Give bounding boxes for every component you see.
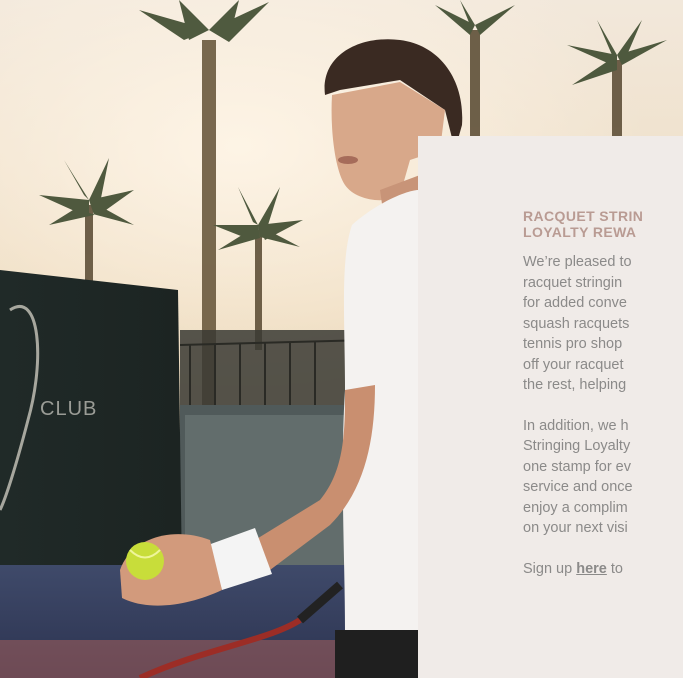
card-content: RACQUET STRIN LOYALTY REWA We’re pleased… — [523, 208, 683, 579]
paragraph-line: Stringing Loyalty — [523, 438, 631, 454]
paragraph-line: one stamp for ev — [523, 458, 631, 475]
paragraph-line: tennis pro shop — [523, 336, 623, 352]
loyalty-info-card: RACQUET STRIN LOYALTY REWA We’re pleased… — [418, 136, 683, 678]
paragraph-line: service and once — [523, 479, 633, 495]
paragraph-line: enjoy a complim — [523, 499, 628, 516]
signup-prefix: Sign up — [523, 560, 577, 577]
paragraph-line: the rest, helping — [523, 377, 627, 393]
paragraph-line: for added conve — [523, 295, 627, 311]
loyalty-paragraph: In addition, we h Stringing Loyalty one … — [523, 416, 683, 539]
signup-here-link[interactable]: here — [576, 561, 607, 577]
card-title-line: RACQUET STRIN — [523, 208, 644, 224]
paragraph-line: In addition, we h — [523, 417, 629, 434]
intro-paragraph: We’re pleased to racquet stringin for ad… — [523, 252, 683, 396]
paragraph-line: on your next visi — [523, 520, 628, 536]
paragraph-line: racquet stringin — [523, 274, 623, 291]
club-wall-sign: CLUB — [40, 398, 97, 420]
card-title-line: LOYALTY REWA — [523, 224, 637, 240]
paragraph-line: squash racquets — [523, 315, 630, 332]
signup-line: Sign up here to — [523, 559, 683, 580]
card-title: RACQUET STRIN LOYALTY REWA — [523, 208, 683, 240]
paragraph-line: off your racquet — [523, 356, 624, 373]
signup-suffix: to — [606, 560, 623, 577]
paragraph-line: We’re pleased to — [523, 254, 632, 270]
